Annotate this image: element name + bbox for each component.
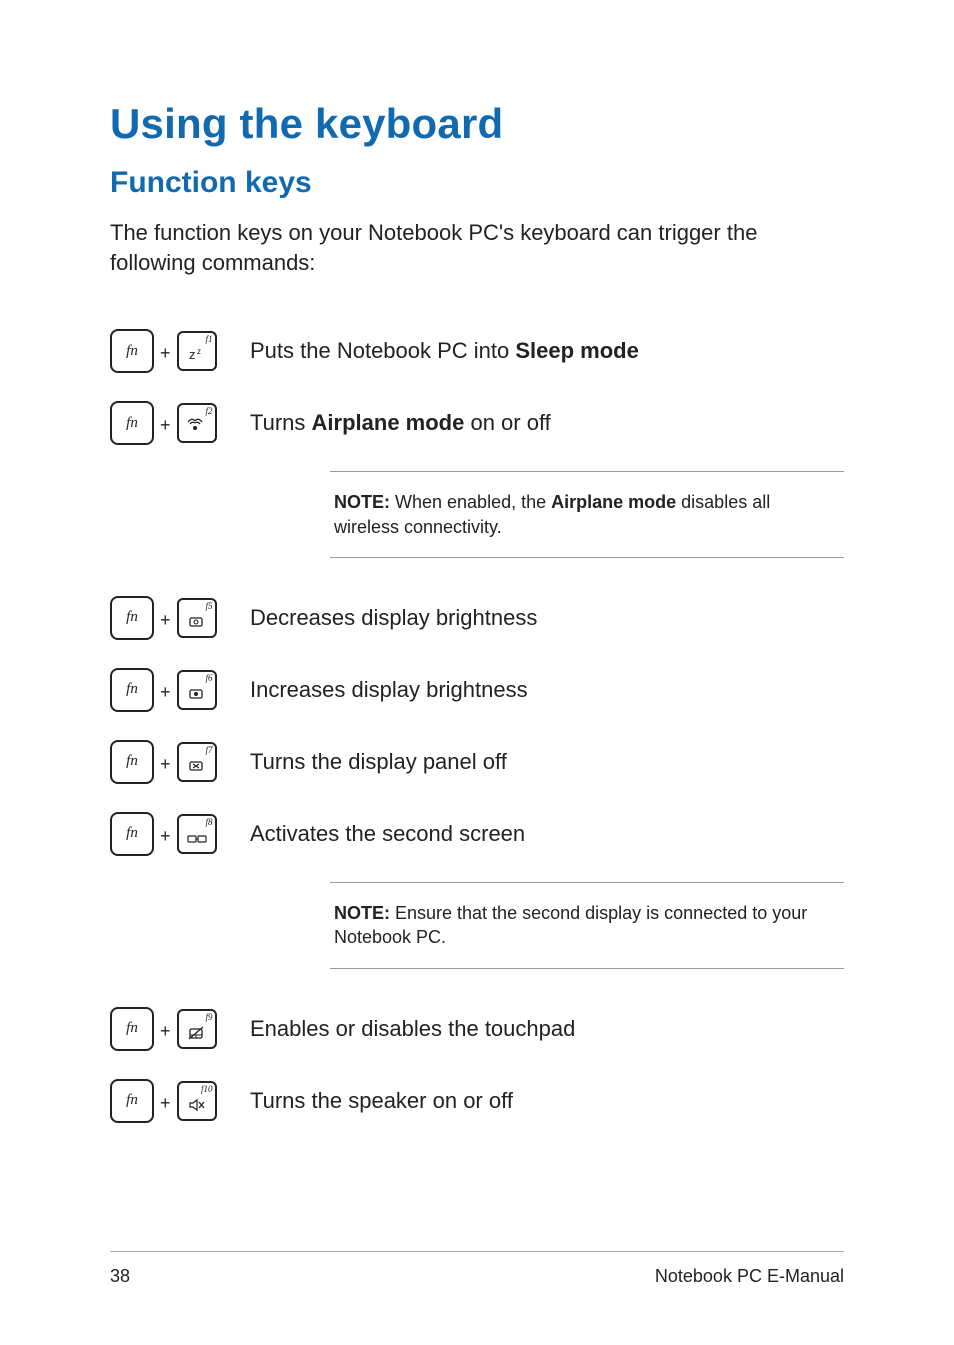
key-combo: fn + f10 bbox=[110, 1077, 250, 1123]
shortcut-row: fn + f8 Activates the second screen bbox=[110, 810, 844, 856]
key-combo: fn + f2 bbox=[110, 399, 250, 445]
key-combo: fn + f9 bbox=[110, 1005, 250, 1051]
desc-text: Decreases display brightness bbox=[250, 605, 537, 630]
fn-key-icon: fn bbox=[110, 1007, 154, 1051]
plus-icon: + bbox=[160, 1094, 171, 1112]
desc-text: Turns the speaker on or off bbox=[250, 1088, 513, 1113]
second-screen-icon bbox=[184, 826, 210, 848]
manual-title: Notebook PC E-Manual bbox=[655, 1266, 844, 1287]
shortcut-description: Turns the display panel off bbox=[250, 738, 844, 777]
note-text: Ensure that the second display is connec… bbox=[334, 903, 807, 947]
plus-icon: + bbox=[160, 755, 171, 773]
fn-key-icon: fn bbox=[110, 1079, 154, 1123]
page-title: Using the keyboard bbox=[110, 100, 844, 148]
f9-key-icon: f9 bbox=[177, 1009, 217, 1049]
note-text: When enabled, the bbox=[390, 492, 551, 512]
touchpad-icon bbox=[184, 1021, 210, 1043]
desc-text: Turns the display panel off bbox=[250, 749, 507, 774]
shortcut-description: Activates the second screen bbox=[250, 810, 844, 849]
brightness-up-icon bbox=[184, 682, 210, 704]
fn-key-icon: fn bbox=[110, 812, 154, 856]
brightness-down-icon bbox=[184, 610, 210, 632]
page-footer: 38 Notebook PC E-Manual bbox=[110, 1251, 844, 1287]
note-airplane: NOTE: When enabled, the Airplane mode di… bbox=[330, 471, 844, 558]
plus-icon: + bbox=[160, 611, 171, 629]
note-second-screen: NOTE: Ensure that the second display is … bbox=[330, 882, 844, 969]
shortcut-row: fn + f9 Enables or disables the touchpad bbox=[110, 1005, 844, 1051]
f2-key-icon: f2 bbox=[177, 403, 217, 443]
shortcut-description: Increases display brightness bbox=[250, 666, 844, 705]
note-label: NOTE: bbox=[334, 903, 390, 923]
desc-bold: Airplane mode bbox=[312, 410, 465, 435]
plus-icon: + bbox=[160, 344, 171, 362]
f10-key-icon: f10 bbox=[177, 1081, 217, 1121]
desc-text: Puts the Notebook PC into bbox=[250, 338, 515, 363]
fn-key-icon: fn bbox=[110, 329, 154, 373]
desc-text: Increases display brightness bbox=[250, 677, 528, 702]
key-combo: fn + f1 zz bbox=[110, 327, 250, 373]
note-label: NOTE: bbox=[334, 492, 390, 512]
shortcut-description: Enables or disables the touchpad bbox=[250, 1005, 844, 1044]
intro-text: The function keys on your Notebook PC's … bbox=[110, 218, 844, 277]
desc-text: on or off bbox=[464, 410, 550, 435]
plus-icon: + bbox=[160, 683, 171, 701]
shortcut-row: fn + f5 Decreases display brightness bbox=[110, 594, 844, 640]
shortcut-description: Turns the speaker on or off bbox=[250, 1077, 844, 1116]
section-title: Function keys bbox=[110, 166, 844, 200]
shortcut-description: Puts the Notebook PC into Sleep mode bbox=[250, 327, 844, 366]
key-combo: fn + f8 bbox=[110, 810, 250, 856]
plus-icon: + bbox=[160, 1022, 171, 1040]
fn-key-icon: fn bbox=[110, 401, 154, 445]
shortcut-description: Decreases display brightness bbox=[250, 594, 844, 633]
speaker-mute-icon bbox=[184, 1093, 210, 1115]
fn-key-icon: fn bbox=[110, 596, 154, 640]
plus-icon: + bbox=[160, 827, 171, 845]
shortcut-description: Turns Airplane mode on or off bbox=[250, 399, 844, 438]
key-combo: fn + f5 bbox=[110, 594, 250, 640]
fn-key-icon: fn bbox=[110, 740, 154, 784]
shortcut-row: fn + f1 zz Puts the Notebook PC into Sle… bbox=[110, 327, 844, 373]
f6-key-icon: f6 bbox=[177, 670, 217, 710]
key-combo: fn + f7 bbox=[110, 738, 250, 784]
desc-bold: Sleep mode bbox=[515, 338, 638, 363]
plus-icon: + bbox=[160, 416, 171, 434]
shortcut-row: fn + f2 Turns Airplane mode on or off bbox=[110, 399, 844, 445]
f7-key-icon: f7 bbox=[177, 742, 217, 782]
manual-page: Using the keyboard Function keys The fun… bbox=[0, 0, 954, 1345]
desc-text: Activates the second screen bbox=[250, 821, 525, 846]
desc-text: Turns bbox=[250, 410, 312, 435]
desc-text: Enables or disables the touchpad bbox=[250, 1016, 575, 1041]
svg-text:z: z bbox=[189, 347, 196, 362]
shortcut-row: fn + f10 Turns the speaker on or off bbox=[110, 1077, 844, 1123]
f1-key-icon: f1 zz bbox=[177, 331, 217, 371]
svg-text:z: z bbox=[197, 347, 201, 356]
f8-key-icon: f8 bbox=[177, 814, 217, 854]
sleep-icon: zz bbox=[184, 343, 210, 365]
shortcut-row: fn + f6 Increases display brightness bbox=[110, 666, 844, 712]
note-bold: Airplane mode bbox=[551, 492, 676, 512]
fn-key-icon: fn bbox=[110, 668, 154, 712]
f5-key-icon: f5 bbox=[177, 598, 217, 638]
shortcut-row: fn + f7 Turns the display panel off bbox=[110, 738, 844, 784]
key-combo: fn + f6 bbox=[110, 666, 250, 712]
airplane-icon bbox=[184, 415, 210, 437]
page-number: 38 bbox=[110, 1266, 130, 1287]
display-off-icon bbox=[184, 754, 210, 776]
